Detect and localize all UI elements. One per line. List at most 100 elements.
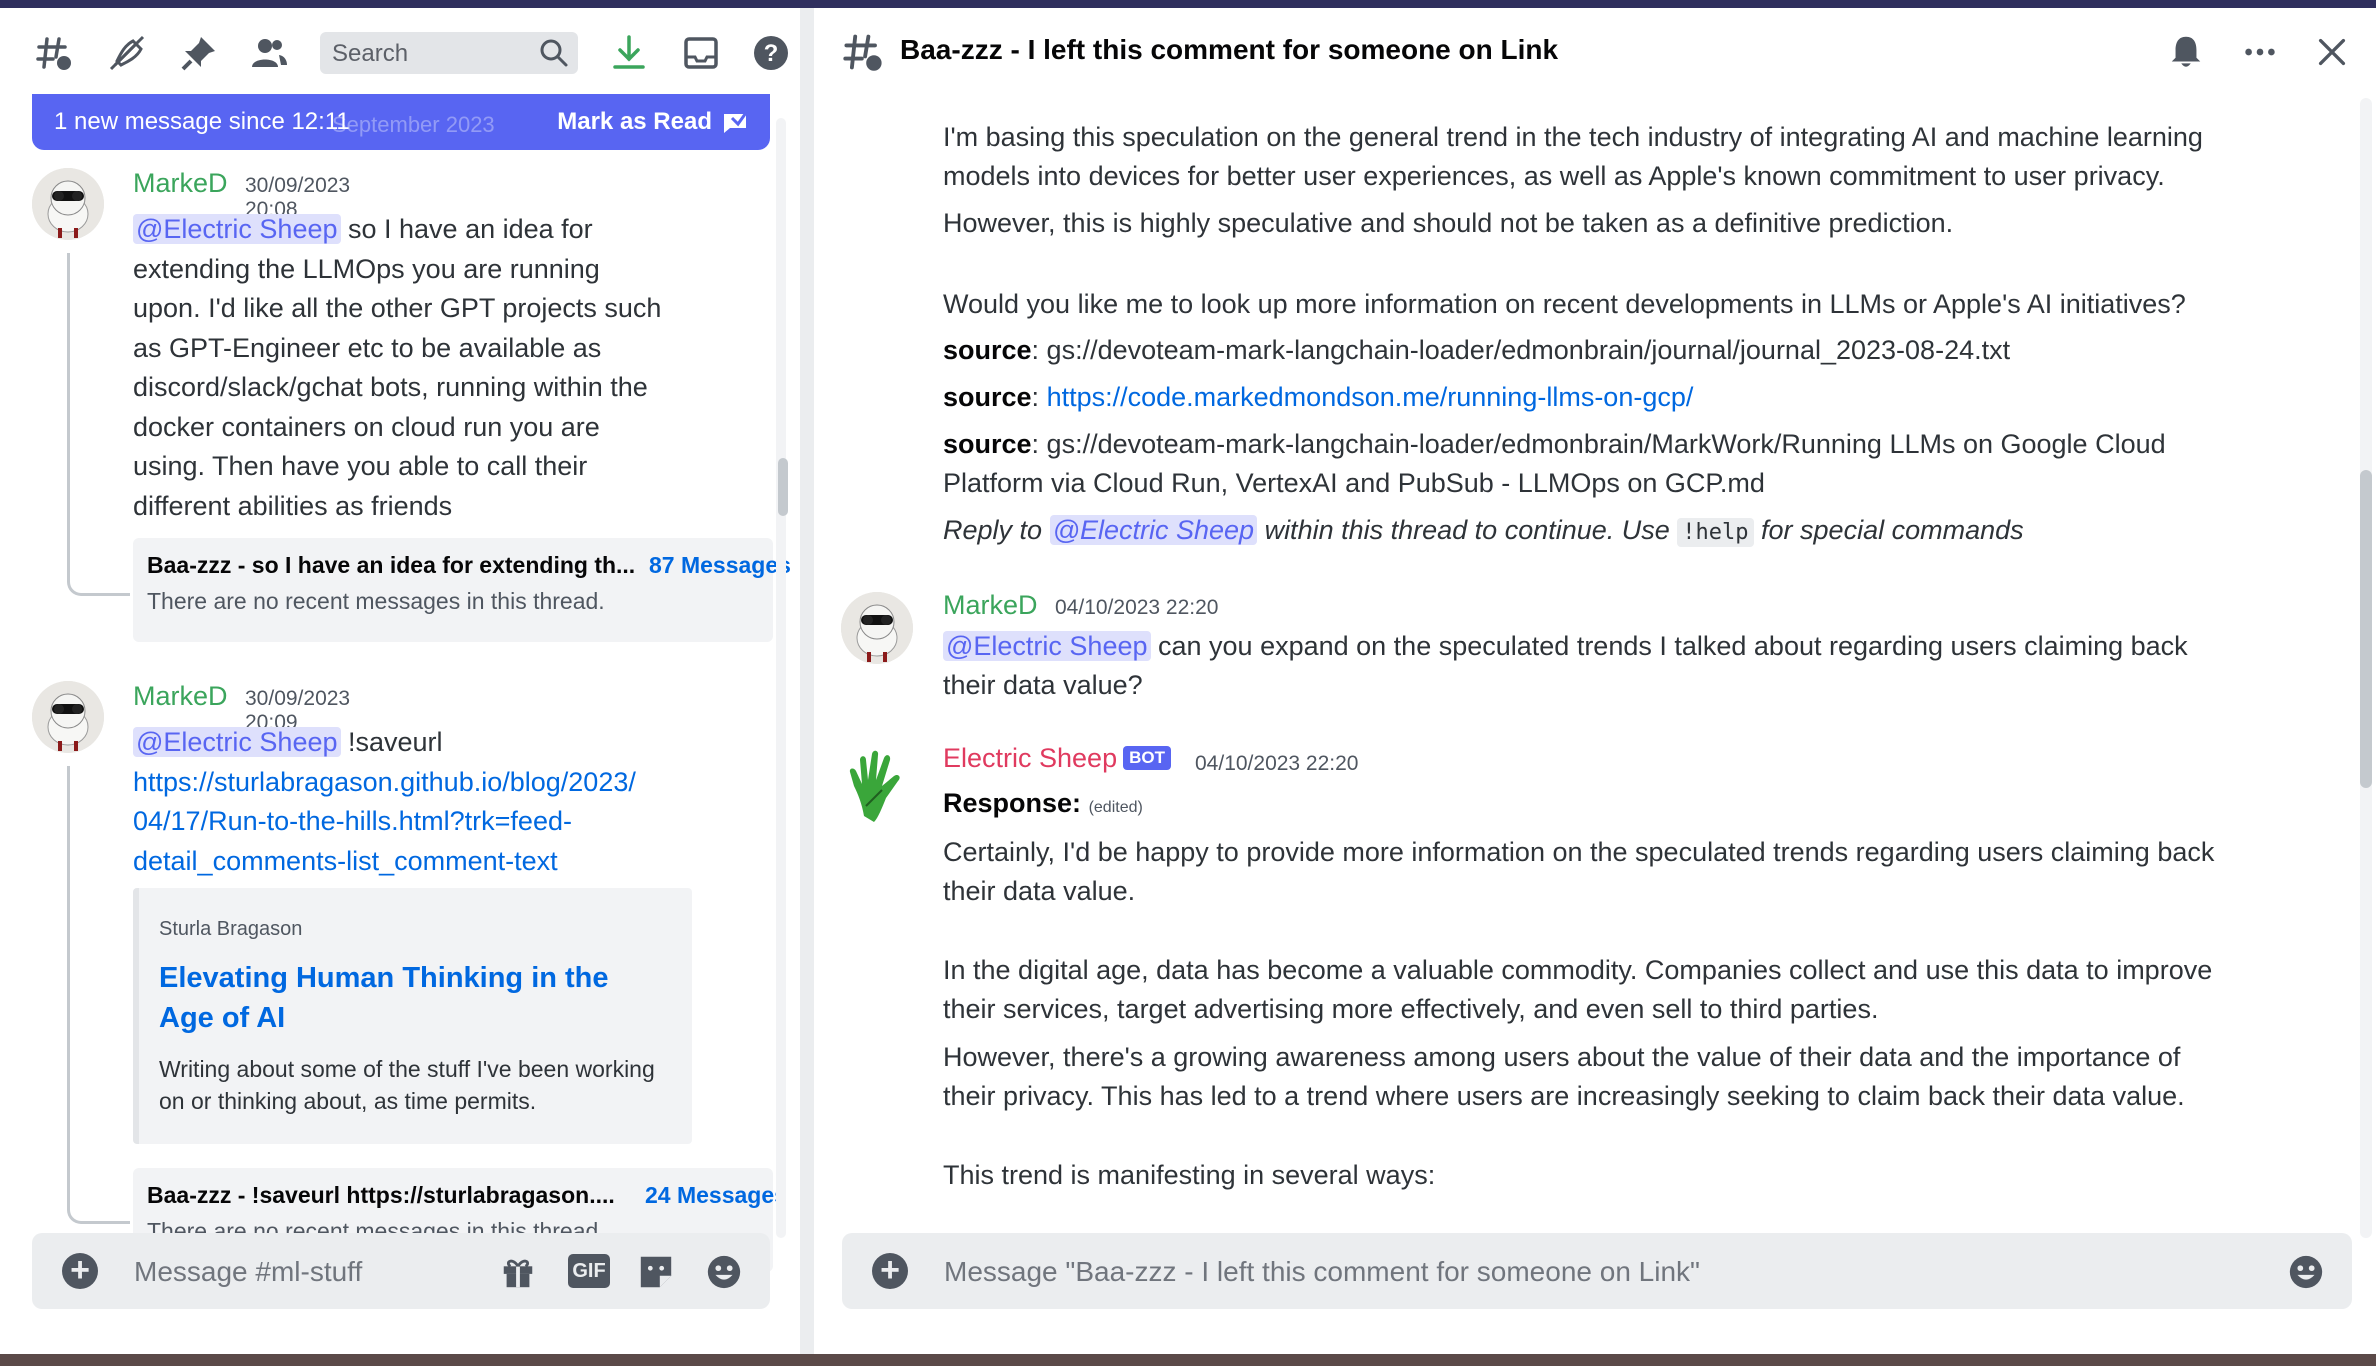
mention[interactable]: @Electric Sheep: [1049, 515, 1258, 545]
thread-message-count[interactable]: 87 Messages: [649, 552, 791, 579]
svg-text:?: ?: [764, 40, 779, 67]
message-line: However, this is highly speculative and …: [943, 208, 1954, 238]
inbox-icon[interactable]: [678, 30, 724, 76]
url-link[interactable]: detail_comments-list_comment-text: [133, 842, 773, 882]
source-path: : gs://devoteam-mark-langchain-loader/ed…: [1031, 429, 2166, 459]
response-line: Response: (edited): [943, 784, 1143, 827]
username[interactable]: MarkeD: [943, 590, 1038, 621]
message-line: Would you like me to look up more inform…: [943, 289, 2186, 319]
date-divider-ghost: September 2023: [332, 112, 495, 137]
url-link[interactable]: https://sturlabragason.github.io/blog/20…: [133, 763, 773, 803]
add-attachment-button[interactable]: +: [872, 1253, 908, 1289]
mark-read-icon: [724, 109, 750, 133]
timestamp: 04/10/2023 22:20: [1055, 596, 1219, 619]
gift-icon[interactable]: [498, 1252, 538, 1292]
message-line: as GPT-Engineer etc to be available as: [133, 332, 602, 363]
avatar[interactable]: [841, 592, 913, 664]
emoji-icon[interactable]: [2286, 1252, 2326, 1292]
message-line: different abilities as friends: [133, 490, 453, 521]
mute-notifications-icon[interactable]: [104, 30, 150, 76]
source-label: source: [943, 429, 1032, 459]
command-text: !saveurl: [340, 727, 443, 757]
source-line: source: gs://devoteam-mark-langchain-loa…: [943, 425, 2166, 464]
thread-message-count[interactable]: 24 Messages: [645, 1182, 787, 1209]
help-icon[interactable]: ?: [748, 30, 794, 76]
thread-message-composer: +: [842, 1233, 2352, 1311]
channel-panel: ? September 2023 1 new message since 12:…: [0, 8, 800, 1354]
thread-card[interactable]: Baa-zzz - so I have an idea for extendin…: [133, 538, 791, 642]
message-line: their data value.: [943, 876, 1136, 906]
download-icon[interactable]: [606, 30, 652, 76]
scrollbar-thumb[interactable]: [2360, 470, 2372, 788]
mark-as-read-button[interactable]: Mark as Read: [557, 108, 712, 136]
message-body: @Electric Sheep so I have an idea for ex…: [133, 210, 773, 526]
embed-description: Writing about some of the stuff I've bee…: [159, 1056, 655, 1114]
avatar[interactable]: [32, 681, 104, 753]
thread-title: Baa-zzz - I left this comment for someon…: [900, 34, 1559, 65]
thread-connector: [67, 253, 130, 596]
electric-sheep-avatar[interactable]: [844, 746, 914, 826]
panel-splitter[interactable]: [800, 8, 814, 1354]
message-composer: + GIF: [32, 1233, 770, 1311]
message-line: upon. I'd like all the other GPT project…: [133, 293, 662, 323]
reply-hint-text: for special commands: [1753, 515, 2024, 545]
edited-marker: (edited): [1088, 799, 1143, 816]
search-box[interactable]: [320, 32, 578, 76]
thread-panel: Baa-zzz - I left this comment for someon…: [814, 8, 2376, 1354]
embed-title[interactable]: Elevating Human Thinking in the Age of A…: [159, 958, 629, 1038]
window-bottom-strip: [0, 1354, 2376, 1366]
source-label: source: [943, 335, 1032, 365]
avatar[interactable]: [32, 168, 104, 240]
thread-connector: [67, 766, 130, 1224]
bell-icon[interactable]: [2164, 30, 2208, 74]
message-input[interactable]: [132, 1233, 516, 1311]
threads-icon[interactable]: [32, 30, 78, 76]
embed-provider: Sturla Bragason: [159, 918, 303, 940]
pinned-messages-icon[interactable]: [176, 30, 222, 76]
sticker-icon[interactable]: [636, 1252, 676, 1292]
more-options-icon[interactable]: [2238, 30, 2282, 74]
emoji-icon[interactable]: [704, 1252, 744, 1292]
username[interactable]: MarkeD: [133, 168, 228, 199]
bot-username[interactable]: Electric Sheep BOT: [943, 743, 1171, 774]
gif-button[interactable]: GIF: [568, 1254, 610, 1288]
message-line: docker containers on cloud run you are: [133, 411, 600, 442]
message-line: @Electric Sheep can you expand on the sp…: [943, 627, 2188, 666]
message-line: This trend is manifesting in several way…: [943, 1160, 1436, 1190]
thread-icon: [843, 34, 882, 71]
search-input[interactable]: [330, 32, 534, 76]
thread-header: Baa-zzz - I left this comment for someon…: [814, 8, 2376, 96]
thread-title: Baa-zzz - !saveurl https://sturlabragaso…: [147, 1182, 615, 1208]
add-attachment-button[interactable]: +: [62, 1253, 98, 1289]
thread-title: Baa-zzz - so I have an idea for extendin…: [147, 552, 636, 578]
message-line: their data value?: [943, 670, 1143, 700]
source-line: source: gs://devoteam-mark-langchain-loa…: [943, 331, 2010, 370]
message-text: can you expand on the speculated trends …: [1150, 631, 2188, 661]
source-path: Platform via Cloud Run, VertexAI and Pub…: [943, 468, 1765, 498]
source-link[interactable]: https://code.markedmondson.me/running-ll…: [1047, 382, 1694, 412]
message-line: In the digital age, data has become a va…: [943, 955, 2213, 985]
message-line: their services, target advertising more …: [943, 994, 1879, 1024]
channel-toolbar: ?: [0, 8, 800, 96]
mention[interactable]: @Electric Sheep: [133, 214, 341, 244]
message-line: discord/slack/gchat bots, running within…: [133, 372, 648, 402]
mention[interactable]: @Electric Sheep: [133, 727, 341, 757]
bot-name: Electric Sheep: [943, 743, 1118, 773]
reply-hint-text: Reply to: [943, 515, 1050, 545]
new-messages-bar[interactable]: September 2023 1 new message since 12:11…: [32, 94, 770, 150]
message-line: so I have an idea for: [340, 214, 593, 244]
username[interactable]: MarkeD: [133, 681, 228, 712]
member-list-icon[interactable]: [246, 30, 292, 76]
message-line: their privacy. This has led to a trend w…: [943, 1081, 2185, 1111]
scrollbar-track[interactable]: [776, 118, 786, 1238]
mention[interactable]: @Electric Sheep: [943, 631, 1151, 661]
message-body: @Electric Sheep !saveurl https://sturlab…: [133, 723, 773, 881]
message-line: models into devices for better user expe…: [943, 161, 2165, 191]
window-top-strip: [0, 0, 2376, 8]
scrollbar-thumb[interactable]: [778, 458, 788, 516]
url-link[interactable]: 04/17/Run-to-the-hills.html?trk=feed-: [133, 802, 773, 842]
thread-message-input[interactable]: [942, 1233, 2246, 1311]
source-label: source: [943, 382, 1032, 412]
close-icon[interactable]: [2310, 30, 2354, 74]
message-line: using. Then have you able to call their: [133, 451, 588, 481]
